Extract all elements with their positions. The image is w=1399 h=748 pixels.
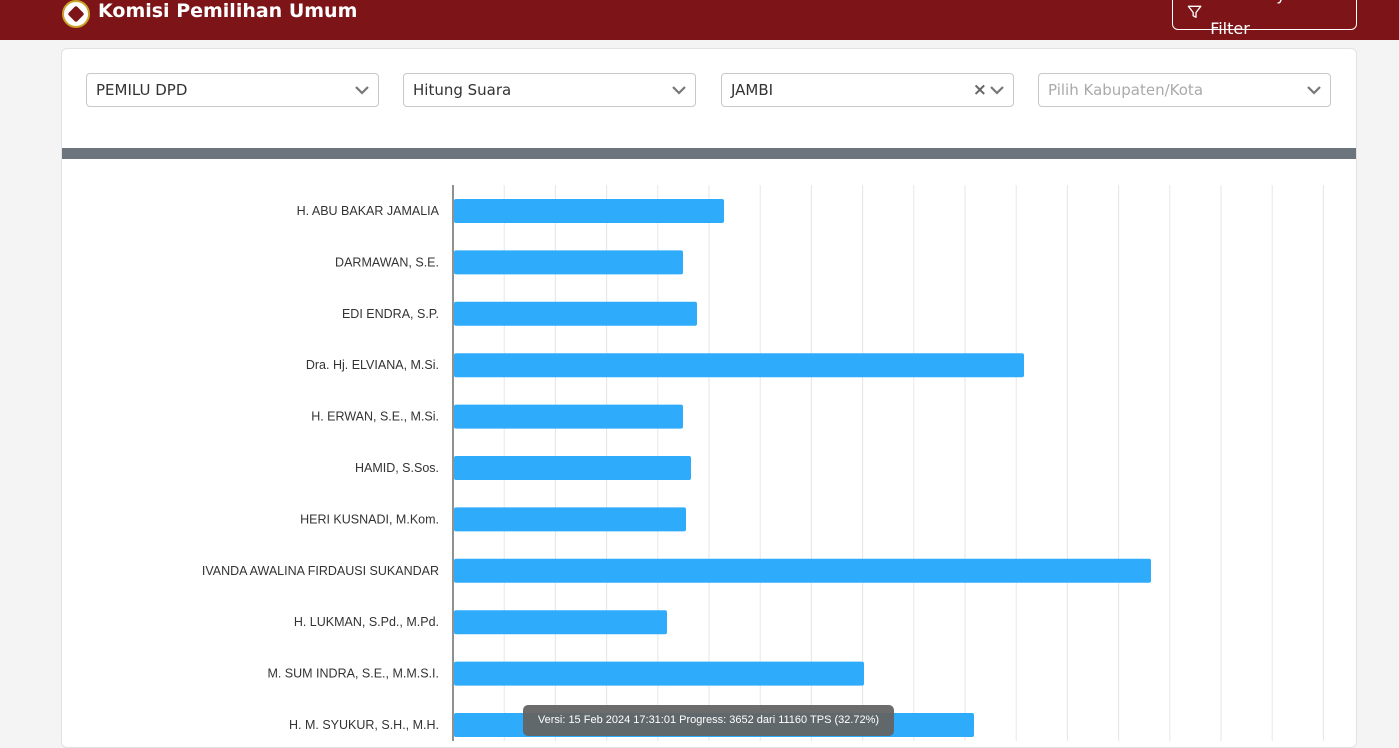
candidate-label: DARMAWAN, S.E. — [335, 255, 439, 269]
candidate-bar[interactable] — [454, 353, 1024, 378]
candidate-label: HAMID, S.Sos. — [355, 461, 439, 475]
regency-placeholder: Pilih Kabupaten/Kota — [1048, 81, 1204, 99]
province-select[interactable]: JAMBI × — [721, 73, 1014, 107]
candidate-label: H. LUKMAN, S.Pd., M.Pd. — [294, 615, 439, 629]
vote-bar-chart: H. ABU BAKAR JAMALIA DARMAWAN, S.E. EDI EN… — [202, 185, 1324, 741]
candidate-label: H. ERWAN, S.E., M.Si. — [311, 410, 439, 424]
candidate-bar[interactable] — [454, 199, 724, 223]
regency-select[interactable]: Pilih Kabupaten/Kota — [1038, 73, 1331, 107]
candidate-bar[interactable] — [454, 507, 686, 532]
hide-filter-button[interactable]: Sembunyikan Filter — [1172, 0, 1357, 38]
section-divider — [62, 148, 1356, 159]
candidate-label: EDI ENDRA, S.P. — [342, 307, 439, 321]
election-type-value: PEMILU DPD — [96, 81, 188, 99]
candidate-label: M. SUM INDRA, S.E., M.M.S.I. — [267, 667, 439, 681]
count-mode-value: Hitung Suara — [413, 81, 512, 99]
candidate-bar[interactable] — [454, 610, 667, 635]
candidate-label: IVANDA AWALINA FIRDAUSI SUKANDAR — [202, 564, 439, 578]
candidate-label: HERI KUSNADI, M.Kom. — [300, 512, 439, 526]
candidate-label: H. M. SYUKUR, S.H., M.H. — [289, 718, 439, 732]
clear-icon[interactable]: × — [973, 74, 987, 106]
hide-filter-label: Sembunyikan Filter — [1210, 0, 1319, 38]
chevron-down-icon — [990, 86, 1004, 95]
kpu-logo-icon — [62, 0, 90, 28]
candidate-bar[interactable] — [454, 456, 691, 480]
candidate-bar[interactable] — [454, 250, 683, 275]
province-value: JAMBI — [731, 81, 774, 99]
candidate-bar[interactable] — [454, 558, 1151, 583]
candidate-bar[interactable] — [454, 404, 683, 429]
chevron-down-icon — [672, 86, 686, 95]
version-progress-tooltip: Versi: 15 Feb 2024 17:31:01 Progress: 36… — [523, 705, 894, 736]
chevron-down-icon — [1307, 86, 1321, 95]
count-mode-select[interactable]: Hitung Suara — [403, 73, 696, 107]
top-navbar: Komisi Pemilihan Umum Sembunyikan Filter — [0, 0, 1399, 40]
election-type-select[interactable]: PEMILU DPD — [86, 73, 379, 107]
brand-title: Komisi Pemilihan Umum — [98, 0, 358, 22]
filter-icon — [1187, 5, 1202, 18]
chevron-down-icon — [355, 86, 369, 95]
candidate-bar[interactable] — [454, 661, 864, 686]
candidate-label: H. ABU BAKAR JAMALIA — [297, 204, 440, 218]
candidate-bar[interactable] — [454, 301, 697, 326]
candidate-label: Dra. Hj. ELVIANA, M.Si. — [306, 358, 439, 372]
